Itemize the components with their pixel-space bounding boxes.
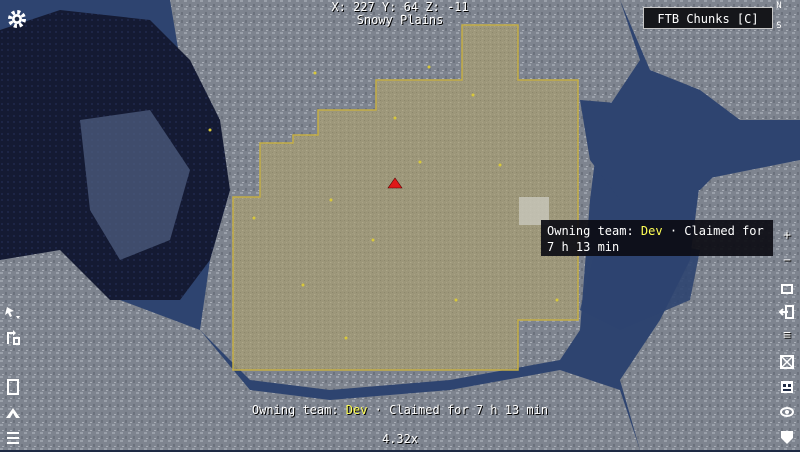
tooltip-prefix: Owning team: — [547, 224, 641, 238]
grid-icon[interactable] — [778, 353, 796, 371]
zoom-in-button[interactable]: + — [778, 228, 796, 246]
ftb-chunks-button[interactable]: FTB Chunks [C] — [643, 7, 773, 29]
zoom-out-button[interactable]: − — [778, 253, 796, 271]
status-team-name: Dev — [345, 403, 368, 417]
chunk-tooltip: Owning team: Dev · Claimed for 7 h 13 mi… — [541, 220, 773, 256]
compass-north: N — [776, 1, 782, 11]
team-icon[interactable] — [778, 378, 796, 396]
move-arrows-icon[interactable] — [4, 304, 22, 322]
list-lines-icon[interactable]: ≡ — [778, 328, 796, 346]
device-icon[interactable] — [4, 378, 22, 396]
compass-south: S — [776, 21, 782, 31]
status-prefix: Owning team: — [251, 403, 346, 417]
rotate-icon[interactable] — [4, 329, 22, 347]
bottom-claim-status: Owning team: Dev · Claimed for 7 h 13 mi… — [0, 403, 800, 417]
menu-lines-icon[interactable] — [4, 429, 22, 447]
eye-icon[interactable] — [778, 403, 796, 421]
minimize-icon[interactable] — [778, 279, 796, 297]
tooltip-team-name: Dev — [640, 224, 663, 238]
gear-icon[interactable] — [6, 8, 28, 30]
shield-icon[interactable] — [778, 428, 796, 446]
caret-up-icon[interactable] — [4, 404, 22, 422]
compass-indicator: N S — [772, 2, 786, 31]
status-claim-time: · Claimed for 7 h 13 min — [367, 403, 549, 417]
zoom-level: 4.32x — [381, 432, 419, 446]
exit-icon[interactable] — [778, 303, 796, 321]
